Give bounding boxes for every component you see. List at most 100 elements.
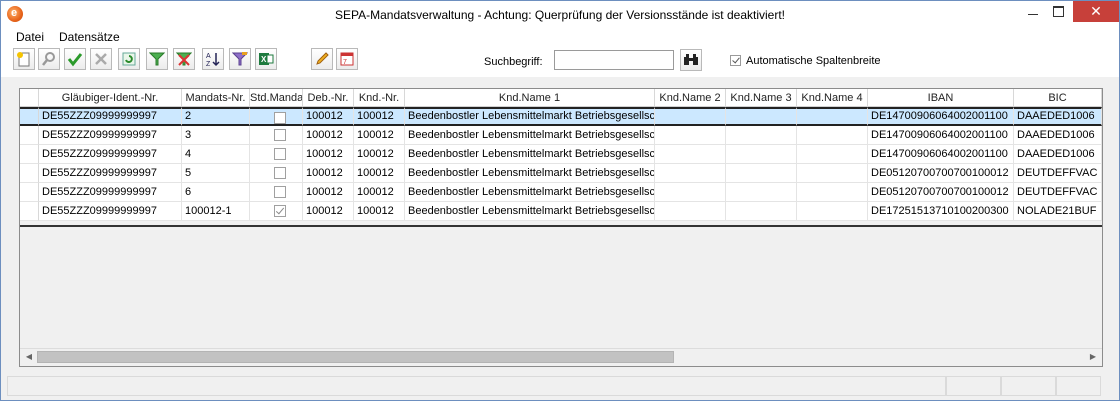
row-selector[interactable] (20, 126, 39, 145)
std-mandat-checkbox[interactable] (274, 148, 286, 160)
cell-glaeubiger[interactable]: DE55ZZZ09999999997 (39, 183, 182, 202)
col-knd-name-2[interactable]: Knd.Name 2 (655, 89, 726, 107)
col-knd-nr[interactable]: Knd.-Nr. (354, 89, 405, 107)
row-selector[interactable] (20, 202, 39, 221)
cancel-button[interactable] (90, 48, 112, 70)
cell-iban[interactable]: DE05120700700700100012 (868, 183, 1014, 202)
cell-bic[interactable]: DEUTDEFFVAC (1014, 164, 1102, 183)
cell-deb-nr[interactable]: 100012 (303, 164, 354, 183)
menu-datei[interactable]: Datei (13, 30, 47, 44)
cell-mandats-nr[interactable]: 4 (182, 145, 250, 164)
table-row[interactable]: DE55ZZZ09999999997 2 100012 100012 Beede… (20, 107, 1102, 126)
cell-knd-name-1[interactable]: Beedenbostler Lebensmittelmarkt Betriebs… (405, 107, 655, 126)
cell-std-mandat[interactable] (250, 107, 303, 126)
cell-knd-name-2[interactable] (655, 107, 726, 126)
filter-button[interactable] (146, 48, 168, 70)
cell-mandats-nr[interactable]: 100012-1 (182, 202, 250, 221)
cell-bic[interactable]: DAAEDED1006 (1014, 107, 1102, 126)
col-knd-name-3[interactable]: Knd.Name 3 (726, 89, 797, 107)
sort-button[interactable]: AZ (202, 48, 224, 70)
col-knd-name-4[interactable]: Knd.Name 4 (797, 89, 868, 107)
cell-std-mandat[interactable] (250, 183, 303, 202)
cell-deb-nr[interactable]: 100012 (303, 145, 354, 164)
row-selector[interactable] (20, 164, 39, 183)
cell-knd-nr[interactable]: 100012 (354, 183, 405, 202)
cell-knd-nr[interactable]: 100012 (354, 202, 405, 221)
cell-glaeubiger[interactable]: DE55ZZZ09999999997 (39, 126, 182, 145)
cell-knd-nr[interactable]: 100012 (354, 164, 405, 183)
remove-filter-button[interactable] (173, 48, 195, 70)
scrollbar-thumb[interactable] (37, 351, 674, 363)
cell-knd-name-4[interactable] (797, 126, 868, 145)
search-button[interactable] (38, 48, 60, 70)
std-mandat-checkbox[interactable] (274, 186, 286, 198)
std-mandat-checkbox[interactable] (274, 112, 286, 124)
cell-bic[interactable]: NOLADE21BUF (1014, 202, 1102, 221)
cell-glaeubiger[interactable]: DE55ZZZ09999999997 (39, 145, 182, 164)
col-deb-nr[interactable]: Deb.-Nr. (303, 89, 354, 107)
cell-knd-name-3[interactable] (726, 202, 797, 221)
std-mandat-checkbox[interactable] (274, 205, 286, 217)
mandate-grid[interactable]: Gläubiger-Ident.-Nr. Mandats-Nr. Std.Man… (19, 88, 1103, 367)
close-button[interactable]: ✕ (1073, 1, 1119, 22)
cell-iban[interactable]: DE14700906064002001100 (868, 145, 1014, 164)
cell-knd-name-3[interactable] (726, 164, 797, 183)
std-mandat-checkbox[interactable] (274, 167, 286, 179)
filter-options-button[interactable] (229, 48, 251, 70)
cell-knd-nr[interactable]: 100012 (354, 145, 405, 164)
col-std-mandat[interactable]: Std.Mandat (250, 89, 303, 107)
cell-glaeubiger[interactable]: DE55ZZZ09999999997 (39, 202, 182, 221)
cell-knd-name-2[interactable] (655, 145, 726, 164)
auto-column-width-checkbox[interactable] (730, 55, 741, 66)
cell-iban[interactable]: DE17251513710100200300 (868, 202, 1014, 221)
cell-bic[interactable]: DAAEDED1006 (1014, 126, 1102, 145)
cell-mandats-nr[interactable]: 6 (182, 183, 250, 202)
cell-knd-name-2[interactable] (655, 202, 726, 221)
cell-bic[interactable]: DEUTDEFFVAC (1014, 183, 1102, 202)
maximize-button[interactable] (1042, 1, 1074, 22)
table-row[interactable]: DE55ZZZ09999999997 6 100012 100012 Beede… (20, 183, 1102, 202)
cell-knd-name-1[interactable]: Beedenbostler Lebensmittelmarkt Betriebs… (405, 164, 655, 183)
cell-knd-name-1[interactable]: Beedenbostler Lebensmittelmarkt Betriebs… (405, 145, 655, 164)
scroll-left-arrow-icon[interactable]: ◀ (22, 351, 36, 363)
cell-knd-nr[interactable]: 100012 (354, 126, 405, 145)
cell-glaeubiger[interactable]: DE55ZZZ09999999997 (39, 107, 182, 126)
edit-button[interactable] (311, 48, 333, 70)
table-row[interactable]: DE55ZZZ09999999997 100012-1 100012 10001… (20, 202, 1102, 221)
cell-iban[interactable]: DE14700906064002001100 (868, 126, 1014, 145)
cell-mandats-nr[interactable]: 5 (182, 164, 250, 183)
table-row[interactable]: DE55ZZZ09999999997 5 100012 100012 Beede… (20, 164, 1102, 183)
cell-knd-name-2[interactable] (655, 164, 726, 183)
col-knd-name-1[interactable]: Knd.Name 1 (405, 89, 655, 107)
new-record-button[interactable] (13, 48, 35, 70)
cell-knd-name-4[interactable] (797, 164, 868, 183)
col-glaeubiger[interactable]: Gläubiger-Ident.-Nr. (39, 89, 182, 107)
calendar-button[interactable]: 7 (336, 48, 358, 70)
menu-datensaetze[interactable]: Datensätze (56, 30, 123, 44)
col-bic[interactable]: BIC (1014, 89, 1102, 107)
cell-mandats-nr[interactable]: 2 (182, 107, 250, 126)
cell-glaeubiger[interactable]: DE55ZZZ09999999997 (39, 164, 182, 183)
cell-knd-name-1[interactable]: Beedenbostler Lebensmittelmarkt Betriebs… (405, 183, 655, 202)
cell-deb-nr[interactable]: 100012 (303, 183, 354, 202)
cell-deb-nr[interactable]: 100012 (303, 202, 354, 221)
cell-knd-name-4[interactable] (797, 202, 868, 221)
table-row[interactable]: DE55ZZZ09999999997 3 100012 100012 Beede… (20, 126, 1102, 145)
refresh-button[interactable] (118, 48, 140, 70)
cell-knd-name-3[interactable] (726, 145, 797, 164)
excel-export-button[interactable]: X (255, 48, 277, 70)
cell-knd-name-3[interactable] (726, 107, 797, 126)
row-selector[interactable] (20, 145, 39, 164)
scroll-right-arrow-icon[interactable]: ▶ (1086, 351, 1100, 363)
confirm-button[interactable] (64, 48, 86, 70)
cell-deb-nr[interactable]: 100012 (303, 107, 354, 126)
search-go-button[interactable] (680, 49, 702, 71)
cell-knd-name-4[interactable] (797, 107, 868, 126)
cell-knd-name-3[interactable] (726, 183, 797, 202)
cell-bic[interactable]: DAAEDED1006 (1014, 145, 1102, 164)
cell-mandats-nr[interactable]: 3 (182, 126, 250, 145)
cell-knd-name-4[interactable] (797, 145, 868, 164)
cell-knd-name-1[interactable]: Beedenbostler Lebensmittelmarkt Betriebs… (405, 202, 655, 221)
row-selector[interactable] (20, 183, 39, 202)
cell-knd-name-1[interactable]: Beedenbostler Lebensmittelmarkt Betriebs… (405, 126, 655, 145)
